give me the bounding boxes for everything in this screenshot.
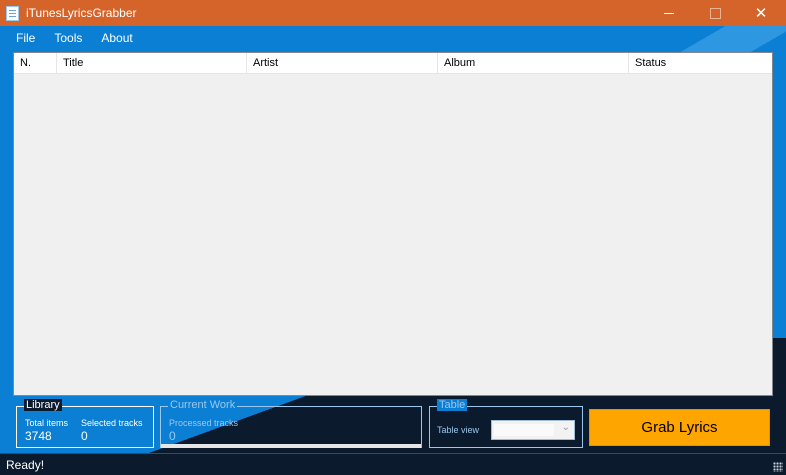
app-window: iTunesLyricsGrabber ✕ File Tools About N… <box>0 0 786 475</box>
tracks-list[interactable]: N. Title Artist Album Status <box>13 52 773 396</box>
selected-tracks-value: 0 <box>81 429 88 443</box>
grab-lyrics-button[interactable]: Grab Lyrics <box>589 409 770 446</box>
column-header-artist[interactable]: Artist <box>247 53 438 73</box>
table-view-label: Table view <box>437 425 480 435</box>
processed-tracks-value: 0 <box>169 429 176 443</box>
status-bar: Ready! <box>0 453 786 475</box>
chevron-down-icon: ⌄ <box>561 422 570 433</box>
maximize-button[interactable] <box>692 0 738 26</box>
close-button[interactable]: ✕ <box>738 0 784 26</box>
status-text: Ready! <box>6 457 45 472</box>
total-items-value: 3748 <box>25 429 52 443</box>
table-group: Table Table view ⌄ <box>429 399 583 448</box>
minimize-icon <box>664 12 674 14</box>
total-items-label: Total items <box>25 418 69 428</box>
list-header: N. Title Artist Album Status <box>14 53 772 74</box>
menu-about[interactable]: About <box>92 26 141 50</box>
menu-tools[interactable]: Tools <box>45 26 91 50</box>
column-header-status[interactable]: Status <box>629 53 772 73</box>
column-header-title[interactable]: Title <box>57 53 247 73</box>
library-group-title: Library <box>24 399 62 411</box>
column-header-album[interactable]: Album <box>438 53 629 73</box>
maximize-icon <box>709 7 721 19</box>
menu-file[interactable]: File <box>7 26 44 50</box>
table-view-value <box>494 424 554 436</box>
processed-tracks-label: Processed tracks <box>169 418 239 428</box>
close-icon: ✕ <box>754 5 768 22</box>
minimize-button[interactable] <box>646 0 692 26</box>
current-work-group: Current Work Processed tracks 0 <box>160 399 422 448</box>
column-header-number[interactable]: N. <box>14 53 57 73</box>
table-group-title: Table <box>437 399 468 411</box>
selected-tracks-label: Selected tracks <box>81 418 143 428</box>
title-bar[interactable]: iTunesLyricsGrabber ✕ <box>0 0 786 26</box>
current-work-group-title: Current Work <box>168 399 238 411</box>
menu-bar: File Tools About <box>0 26 786 50</box>
resize-grip-icon[interactable] <box>773 462 783 472</box>
notepad-icon <box>6 5 19 21</box>
table-view-select[interactable]: ⌄ <box>491 420 575 440</box>
window-title: iTunesLyricsGrabber <box>26 6 137 20</box>
library-group: Library Total items 3748 Selected tracks… <box>16 399 154 448</box>
progress-bar <box>161 444 421 448</box>
